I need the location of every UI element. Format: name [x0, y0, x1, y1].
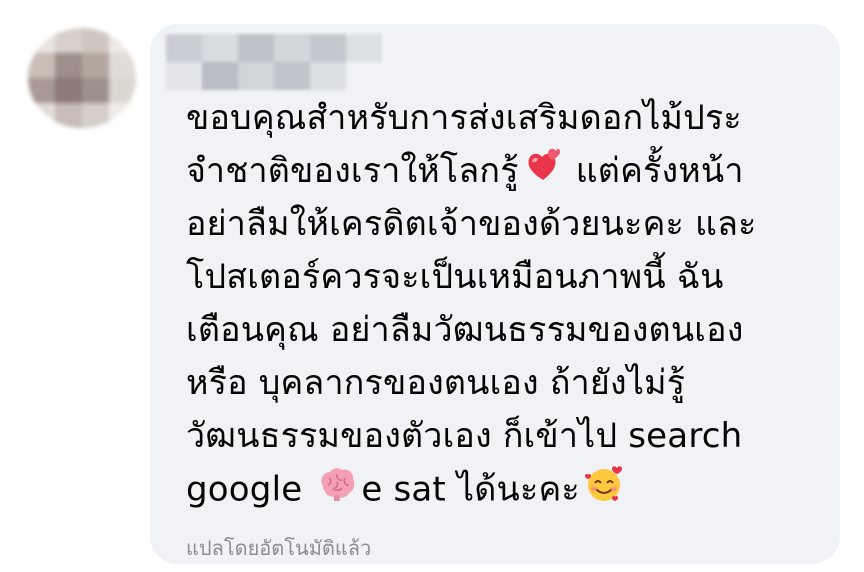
comment-line: เตือนคุณ อย่าลืมวัฒนธรรมของตนเอง — [186, 310, 744, 350]
comment-line-text: e sat ได้นะคะ — [361, 469, 580, 510]
two-hearts-icon — [523, 146, 561, 200]
comment-line: วัฒนธรรมของตัวเอง ก็เข้าไป search — [186, 416, 743, 456]
comment-line-text: แต่ครั้งหน้า — [575, 151, 744, 191]
commenter-name-blurred[interactable] — [166, 34, 382, 90]
comment-line: อย่าลืมให้เครดิตเจ้าของด้วยนะคะ และ — [186, 204, 757, 244]
avatar[interactable] — [28, 28, 136, 128]
comment-line: โปสเตอร์ควรจะเป็นเหมือนภาพนี้ ฉัน — [186, 257, 724, 297]
comment-line-text: จำชาติของเราให้โลกรู้ — [186, 151, 519, 191]
comment-line: จำชาติของเราให้โลกรู้ แต่ครั้งหน้า — [186, 145, 826, 198]
brain-icon — [317, 465, 357, 518]
smiling-face-with-hearts-icon — [584, 463, 624, 519]
comment-screenshot: ขอบคุณสำหรับการส่งเสริมดอกไม้ประ จำชาติข… — [0, 0, 864, 572]
auto-translated-label[interactable]: แปลโดยอัตโนมัติแล้ว — [186, 532, 371, 564]
comment-line: หรือ บุคลากรของตนเอง ถ้ายังไม่รู้ — [186, 363, 686, 403]
comment-line: ขอบคุณสำหรับการส่งเสริมดอกไม้ประ — [186, 98, 742, 138]
comment-text: ขอบคุณสำหรับการส่งเสริมดอกไม้ประ จำชาติข… — [186, 92, 826, 516]
comment-line: google e sat ได้นะคะ — [186, 463, 826, 516]
comment-line-text: google — [186, 469, 303, 510]
